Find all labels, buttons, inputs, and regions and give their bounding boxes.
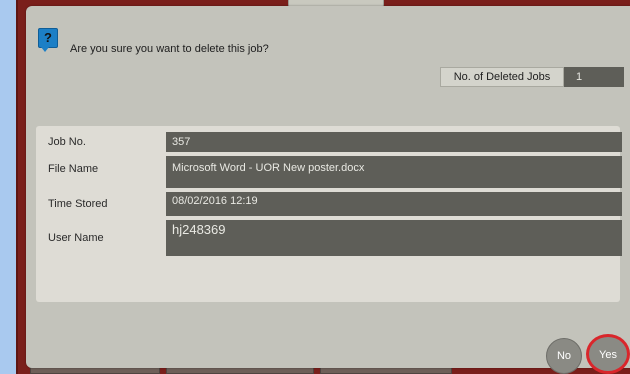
file-name-label: File Name [42, 156, 164, 188]
question-icon: ? [38, 28, 58, 52]
file-name-value: Microsoft Word - UOR New poster.docx [166, 156, 622, 188]
deleted-jobs-label: No. of Deleted Jobs [440, 67, 564, 87]
deleted-jobs-count: 1 [564, 67, 624, 87]
job-info-panel: Job No. 357 File Name Microsoft Word - U… [36, 126, 622, 302]
yes-button[interactable]: Yes [586, 334, 630, 374]
job-number-value: 357 [166, 132, 622, 152]
time-stored-value: 08/02/2016 12:19 [166, 192, 622, 216]
job-number-label: Job No. [42, 132, 164, 152]
time-stored-label: Time Stored [42, 192, 164, 216]
confirmation-prompt: Are you sure you want to delete this job… [70, 43, 269, 55]
user-name-label: User Name [42, 220, 164, 256]
delete-job-dialog: ? Are you sure you want to delete this j… [26, 6, 630, 368]
no-button[interactable]: No [546, 338, 582, 374]
user-name-value: hj248369 [166, 220, 622, 256]
